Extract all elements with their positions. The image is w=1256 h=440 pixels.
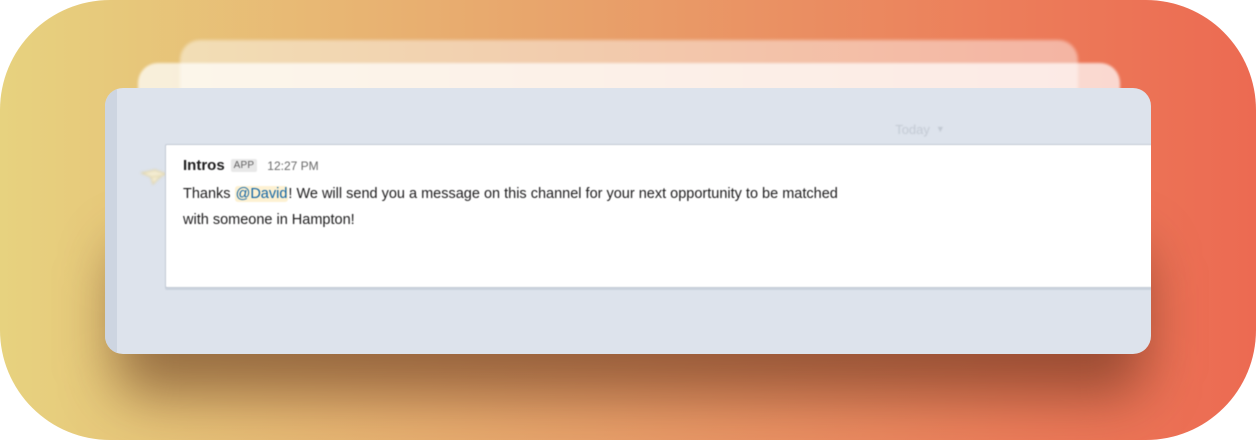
chat-window: Today ▼ Intros APP 12:27 PM Thanks @Davi…	[105, 88, 1151, 354]
date-divider-label: Today	[895, 121, 930, 137]
message-timestamp[interactable]: 12:27 PM	[267, 159, 318, 173]
message-header: Intros APP 12:27 PM	[183, 157, 319, 174]
sidebar-edge	[105, 88, 117, 354]
message-body: Thanks @David! We will send you a messag…	[183, 181, 843, 233]
user-mention[interactable]: @David	[234, 186, 289, 202]
app-badge: APP	[230, 159, 258, 172]
message[interactable]: Intros APP 12:27 PM Thanks @David! We wi…	[165, 144, 1151, 288]
date-divider[interactable]: Today ▼	[825, 118, 1015, 140]
message-text-start: Thanks	[183, 186, 235, 202]
sender-name[interactable]: Intros	[183, 157, 225, 174]
chevron-down-icon: ▼	[935, 124, 945, 134]
